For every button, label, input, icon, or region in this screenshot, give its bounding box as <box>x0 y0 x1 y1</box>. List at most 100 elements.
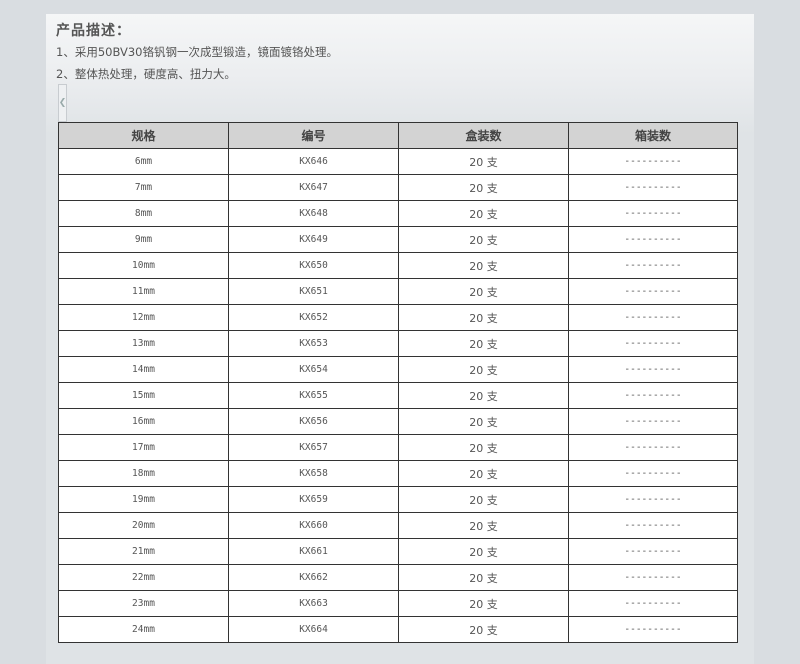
cell-case-qty: ---------- <box>568 408 738 435</box>
cell-code: KX649 <box>228 226 399 253</box>
cell-box-qty: 20 支 <box>398 564 569 591</box>
cell-box-qty: 20 支 <box>398 200 569 227</box>
cell-code: KX656 <box>228 408 399 435</box>
cell-spec: 13mm <box>58 330 229 357</box>
table-row: 17mm KX657 20 支 ---------- <box>58 434 738 461</box>
cell-code: KX655 <box>228 382 399 409</box>
cell-box-qty: 20 支 <box>398 460 569 487</box>
table-row: 21mm KX661 20 支 ---------- <box>58 538 738 565</box>
cell-case-qty: ---------- <box>568 278 738 305</box>
cell-case-qty: ---------- <box>568 564 738 591</box>
table-row: 6mm KX646 20 支 ---------- <box>58 148 738 175</box>
cell-case-qty: ---------- <box>568 538 738 565</box>
cell-case-qty: ---------- <box>568 200 738 227</box>
cell-case-qty: ---------- <box>568 356 738 383</box>
cell-spec: 19mm <box>58 486 229 513</box>
product-description-title: 产品描述： <box>56 23 131 39</box>
cell-box-qty: 20 支 <box>398 174 569 201</box>
cell-box-qty: 20 支 <box>398 408 569 435</box>
cell-spec: 16mm <box>58 408 229 435</box>
table-row: 13mm KX653 20 支 ---------- <box>58 330 738 357</box>
table-row: 11mm KX651 20 支 ---------- <box>58 278 738 305</box>
table-row: 9mm KX649 20 支 ---------- <box>58 226 738 253</box>
cell-box-qty: 20 支 <box>398 356 569 383</box>
cell-box-qty: 20 支 <box>398 382 569 409</box>
cell-case-qty: ---------- <box>568 330 738 357</box>
cell-spec: 9mm <box>58 226 229 253</box>
header-case-qty: 箱装数 <box>568 122 738 149</box>
cell-box-qty: 20 支 <box>398 616 569 643</box>
cell-case-qty: ---------- <box>568 148 738 175</box>
table-row: 12mm KX652 20 支 ---------- <box>58 304 738 331</box>
cell-case-qty: ---------- <box>568 512 738 539</box>
table-row: 18mm KX658 20 支 ---------- <box>58 460 738 487</box>
cell-code: KX653 <box>228 330 399 357</box>
cell-code: KX646 <box>228 148 399 175</box>
cell-case-qty: ---------- <box>568 590 738 617</box>
cell-spec: 24mm <box>58 616 229 643</box>
cell-box-qty: 20 支 <box>398 304 569 331</box>
cell-code: KX648 <box>228 200 399 227</box>
cell-code: KX657 <box>228 434 399 461</box>
cell-case-qty: ---------- <box>568 616 738 643</box>
cell-spec: 12mm <box>58 304 229 331</box>
table-row: 19mm KX659 20 支 ---------- <box>58 486 738 513</box>
cell-code: KX659 <box>228 486 399 513</box>
table-row: 24mm KX664 20 支 ---------- <box>58 616 738 643</box>
cell-code: KX660 <box>228 512 399 539</box>
cell-case-qty: ---------- <box>568 174 738 201</box>
cell-code: KX658 <box>228 460 399 487</box>
table-row: 14mm KX654 20 支 ---------- <box>58 356 738 383</box>
cell-case-qty: ---------- <box>568 304 738 331</box>
table-row: 7mm KX647 20 支 ---------- <box>58 174 738 201</box>
table-row: 10mm KX650 20 支 ---------- <box>58 252 738 279</box>
description-line-2: 2、整体热处理，硬度高、扭力大。 <box>56 67 236 81</box>
cell-box-qty: 20 支 <box>398 148 569 175</box>
table-header-row: 规格 编号 盒装数 箱装数 <box>58 122 738 149</box>
description-line-1: 1、采用50BV30铬钒钢一次成型锻造，镜面镀铬处理。 <box>56 45 338 59</box>
cell-box-qty: 20 支 <box>398 226 569 253</box>
cell-code: KX664 <box>228 616 399 643</box>
cell-box-qty: 20 支 <box>398 330 569 357</box>
cell-code: KX652 <box>228 304 399 331</box>
header-box-qty: 盒装数 <box>398 122 569 149</box>
spec-table: 规格 编号 盒装数 箱装数 6mm KX646 20 支 ---------- 7mm K… <box>58 122 738 643</box>
cell-spec: 11mm <box>58 278 229 305</box>
cell-spec: 21mm <box>58 538 229 565</box>
cell-box-qty: 20 支 <box>398 486 569 513</box>
cell-code: KX651 <box>228 278 399 305</box>
cell-case-qty: ---------- <box>568 252 738 279</box>
cell-case-qty: ---------- <box>568 434 738 461</box>
cell-box-qty: 20 支 <box>398 512 569 539</box>
table-row: 22mm KX662 20 支 ---------- <box>58 564 738 591</box>
chevron-left-icon: ❮ <box>58 98 67 108</box>
cell-spec: 23mm <box>58 590 229 617</box>
table-row: 16mm KX656 20 支 ---------- <box>58 408 738 435</box>
cell-case-qty: ---------- <box>568 226 738 253</box>
table-row: 23mm KX663 20 支 ---------- <box>58 590 738 617</box>
cell-spec: 14mm <box>58 356 229 383</box>
header-spec: 规格 <box>58 122 229 149</box>
cell-case-qty: ---------- <box>568 382 738 409</box>
cell-box-qty: 20 支 <box>398 252 569 279</box>
cell-code: KX661 <box>228 538 399 565</box>
cell-code: KX662 <box>228 564 399 591</box>
cell-spec: 22mm <box>58 564 229 591</box>
cell-spec: 6mm <box>58 148 229 175</box>
header-code: 编号 <box>228 122 399 149</box>
cell-spec: 8mm <box>58 200 229 227</box>
cell-code: KX654 <box>228 356 399 383</box>
cell-spec: 18mm <box>58 460 229 487</box>
cell-box-qty: 20 支 <box>398 590 569 617</box>
cell-spec: 20mm <box>58 512 229 539</box>
cell-spec: 17mm <box>58 434 229 461</box>
cell-spec: 10mm <box>58 252 229 279</box>
table-row: 8mm KX648 20 支 ---------- <box>58 200 738 227</box>
cell-box-qty: 20 支 <box>398 278 569 305</box>
table-row: 20mm KX660 20 支 ---------- <box>58 512 738 539</box>
cell-code: KX650 <box>228 252 399 279</box>
collapse-tab[interactable]: ❮ <box>58 84 67 122</box>
cell-code: KX647 <box>228 174 399 201</box>
cell-case-qty: ---------- <box>568 460 738 487</box>
cell-code: KX663 <box>228 590 399 617</box>
